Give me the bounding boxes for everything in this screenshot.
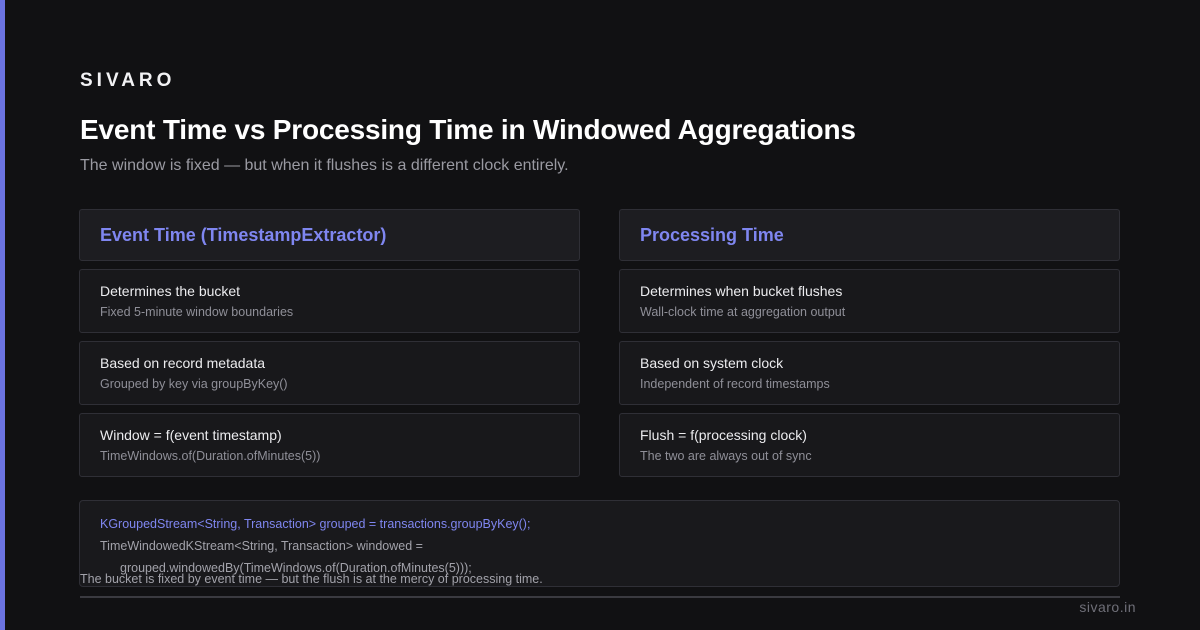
page-title: Event Time vs Processing Time in Windowe… [80, 114, 856, 145]
code-line: KGroupedStream<String, Transaction> grou… [100, 517, 531, 531]
footer-domain: sivaro.in [1079, 599, 1136, 615]
card-subtitle: The two are always out of sync [640, 449, 812, 463]
footer-divider [80, 596, 1120, 598]
page-subtitle: The window is fixed — but when it flushe… [80, 157, 569, 174]
card-subtitle: TimeWindows.of(Duration.ofMinutes(5)) [100, 449, 321, 463]
card-title: Window = f(event timestamp) [100, 427, 282, 443]
processing-time-column: Processing Time Determines when bucket f… [619, 209, 1120, 477]
brand-logo: SIVARO [80, 70, 176, 91]
card-subtitle: Independent of record timestamps [640, 377, 830, 391]
processing-time-card: Based on system clock Independent of rec… [619, 341, 1120, 405]
processing-time-header: Processing Time [619, 209, 1120, 261]
card-title: Based on record metadata [100, 355, 265, 371]
processing-time-card: Determines when bucket flushes Wall-cloc… [619, 269, 1120, 333]
card-subtitle: Wall-clock time at aggregation output [640, 305, 846, 319]
footer-caption: The bucket is fixed by event time — but … [80, 572, 543, 586]
code-line: TimeWindowedKStream<String, Transaction>… [100, 539, 423, 553]
event-time-column: Event Time (TimestampExtractor) Determin… [79, 209, 580, 477]
card-title: Determines when bucket flushes [640, 283, 843, 299]
event-time-header: Event Time (TimestampExtractor) [79, 209, 580, 261]
card-title: Determines the bucket [100, 283, 241, 299]
card-subtitle: Fixed 5-minute window boundaries [100, 305, 294, 319]
card-title: Flush = f(processing clock) [640, 427, 807, 443]
accent-bar [0, 0, 5, 630]
card-title: Based on system clock [640, 355, 784, 371]
event-time-card: Determines the bucket Fixed 5-minute win… [79, 269, 580, 333]
event-time-card: Based on record metadata Grouped by key … [79, 341, 580, 405]
event-time-card: Window = f(event timestamp) TimeWindows.… [79, 413, 580, 477]
card-subtitle: Grouped by key via groupByKey() [100, 377, 288, 391]
processing-time-card: Flush = f(processing clock) The two are … [619, 413, 1120, 477]
